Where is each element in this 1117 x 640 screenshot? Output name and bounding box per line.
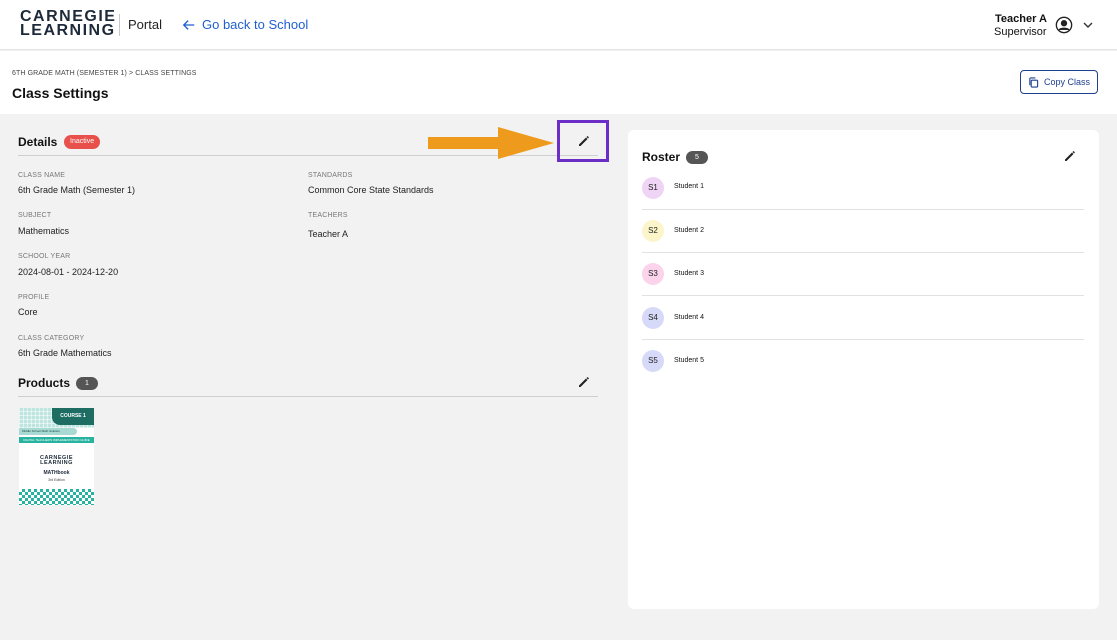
student-avatar: S5 <box>642 350 664 372</box>
teachers-value: Teacher A <box>308 229 349 239</box>
roster-row[interactable]: S4 Student 4 <box>642 297 1084 340</box>
status-badge: Inactive <box>64 135 101 149</box>
logo-line-2: LEARNING <box>20 22 116 39</box>
products-title: Products <box>18 376 71 390</box>
class-category-value: 6th Grade Mathematics <box>18 348 112 358</box>
arrow-right-icon <box>428 127 554 159</box>
cover-logo-line-2: LEARNING <box>40 460 73 466</box>
school-year-label: SCHOOL YEAR <box>18 253 71 260</box>
cover-course-label: COURSE 1 <box>52 408 94 425</box>
pencil-icon[interactable] <box>577 134 591 148</box>
student-name: Student 4 <box>674 314 704 321</box>
chevron-down-icon[interactable] <box>1082 19 1094 31</box>
student-avatar: S4 <box>642 307 664 329</box>
student-avatar: S3 <box>642 263 664 285</box>
standards-value: Common Core State Standards <box>308 185 434 195</box>
class-name-label: CLASS NAME <box>18 172 66 179</box>
roster-row[interactable]: S3 Student 3 <box>642 253 1084 296</box>
roster-row[interactable]: S2 Student 2 <box>642 210 1084 253</box>
go-back-to-school-link[interactable]: Go back to School <box>182 17 308 32</box>
pencil-icon[interactable] <box>577 375 591 389</box>
arrow-left-icon <box>182 19 195 30</box>
products-divider <box>18 396 598 397</box>
copy-icon <box>1029 76 1039 88</box>
student-avatar: S1 <box>642 177 664 199</box>
student-avatar: S2 <box>642 220 664 242</box>
user-circle-icon[interactable] <box>1055 16 1073 34</box>
class-category-label: CLASS CATEGORY <box>18 335 85 342</box>
logo-divider <box>119 14 120 36</box>
pencil-icon[interactable] <box>1063 149 1077 163</box>
cover-band: DIGITAL TEACHER'S IMPLEMENTATION GUIDE <box>19 437 94 443</box>
student-name: Student 1 <box>674 183 704 190</box>
cover-book-title: MATHbook <box>43 470 70 476</box>
page-header: 6TH GRADE MATH (SEMESTER 1) > CLASS SETT… <box>0 51 1117 114</box>
top-bar: CARNEGIE LEARNING Portal Go back to Scho… <box>0 0 1117 50</box>
carnegie-learning-logo[interactable]: CARNEGIE LEARNING <box>20 9 116 39</box>
portal-label: Portal <box>128 17 162 32</box>
cover-pattern-bottom <box>19 489 94 505</box>
go-back-label: Go back to School <box>202 17 309 32</box>
student-name: Student 2 <box>674 227 704 234</box>
page-title: Class Settings <box>12 85 109 101</box>
roster-title: Roster <box>642 150 681 164</box>
products-count-badge: 1 <box>76 377 98 390</box>
standards-label: STANDARDS <box>308 172 353 179</box>
profile-value: Core <box>18 307 38 317</box>
roster-row[interactable]: S1 Student 1 <box>642 167 1084 210</box>
teachers-label: TEACHERS <box>308 212 348 219</box>
cover-logo: CARNEGIE LEARNING <box>19 455 94 466</box>
school-year-value: 2024-08-01 - 2024-12-20 <box>18 267 119 277</box>
user-name: Teacher A <box>995 13 1047 25</box>
student-name: Student 3 <box>674 270 704 277</box>
profile-label: PROFILE <box>18 294 50 301</box>
subject-value: Mathematics <box>18 226 70 236</box>
breadcrumb[interactable]: 6TH GRADE MATH (SEMESTER 1) > CLASS SETT… <box>12 70 197 77</box>
roster-count-badge: 5 <box>686 151 708 164</box>
copy-class-button[interactable]: Copy Class <box>1020 70 1098 94</box>
subject-label: SUBJECT <box>18 212 52 219</box>
cover-edition: 3rd Edition <box>48 478 65 482</box>
roster-row[interactable]: S5 Student 5 <box>642 340 1084 383</box>
student-name: Student 5 <box>674 357 704 364</box>
details-title: Details <box>18 135 58 149</box>
class-name-value: 6th Grade Math (Semester 1) <box>18 185 136 195</box>
user-role: Supervisor <box>994 26 1047 38</box>
product-card-mathbook[interactable]: COURSE 1 Middle School Math Solution DIG… <box>19 408 94 505</box>
copy-class-label: Copy Class <box>1043 77 1090 87</box>
cover-subtitle: Middle School Math Solution <box>19 428 77 435</box>
